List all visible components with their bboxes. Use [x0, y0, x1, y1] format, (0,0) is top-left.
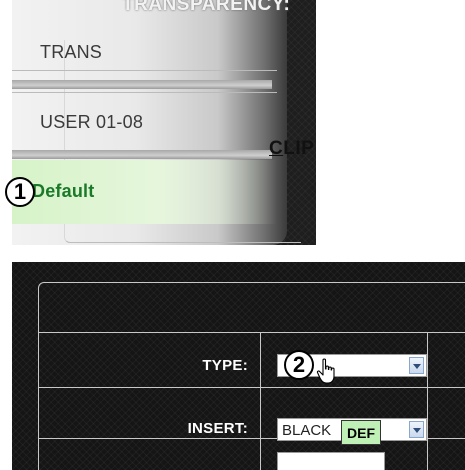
menu-item-default[interactable]: Default — [32, 181, 94, 202]
divider — [12, 70, 277, 71]
menu-item-user-01-08[interactable]: USER 01-08 — [40, 112, 143, 133]
divider — [12, 80, 272, 89]
clip-label-rest: LIP: — [283, 138, 316, 159]
callout-1: 1 — [5, 177, 35, 207]
divider — [12, 92, 277, 93]
dropdown-arrow-icon[interactable] — [409, 421, 424, 438]
insert-label: INSERT: — [187, 420, 248, 437]
grid-line — [427, 332, 428, 470]
hand-cursor-icon — [316, 358, 335, 384]
next-row-select[interactable] — [277, 452, 385, 470]
grid-line — [38, 332, 465, 333]
callout-2: 2 — [284, 350, 314, 380]
ins-sr-header: INS/SR — [359, 40, 422, 60]
tooltip-def: DEF — [341, 420, 381, 445]
grid-line — [38, 387, 465, 388]
grid-line — [260, 332, 261, 470]
effect-menu-panel: TRANSPARENCY: TRANS USER 01-08 Default C… — [12, 0, 316, 245]
menu-item-trans[interactable]: TRANS — [40, 42, 102, 63]
insert-select-value: BLACK — [282, 422, 332, 439]
divider — [12, 150, 272, 159]
clip-label: CLIP: — [269, 138, 316, 160]
dropdown-arrow-icon[interactable] — [409, 357, 424, 374]
type-label: TYPE: — [202, 357, 248, 374]
transparency-label: TRANSPARENCY: — [122, 0, 291, 15]
